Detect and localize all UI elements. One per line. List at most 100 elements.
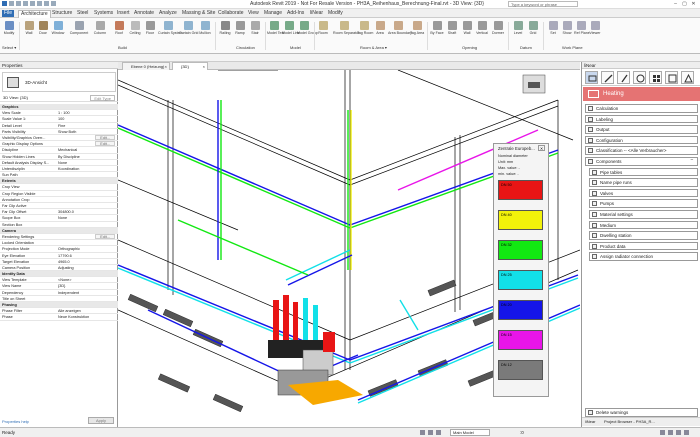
close-icon[interactable]: × xyxy=(203,63,205,70)
tag-area-button[interactable]: Tag Area xyxy=(410,21,424,35)
area-button[interactable]: Area xyxy=(373,21,387,35)
menu-item-valves[interactable]: Valves xyxy=(589,188,698,198)
model-selector[interactable]: Main Model xyxy=(450,429,490,436)
dormer-button[interactable]: Dormer xyxy=(491,21,505,35)
tab-analyze[interactable]: Analyze xyxy=(157,10,179,17)
property-value[interactable]: 4965.0 xyxy=(58,259,114,264)
tab-file[interactable]: File xyxy=(2,10,15,17)
tab-view-ebene-0[interactable]: Ebene 0 (Heizung) × xyxy=(122,62,170,70)
property-value[interactable]: Koordination xyxy=(58,166,114,171)
design-options-icon[interactable] xyxy=(428,430,433,435)
tab-massing-site[interactable]: Massing & Site xyxy=(180,10,217,17)
area-boundary-button[interactable]: Area Boundary xyxy=(388,21,412,35)
tab-add-ins[interactable]: Add-Ins xyxy=(285,10,306,17)
tab-manage[interactable]: Manage xyxy=(262,10,284,17)
redo-icon[interactable] xyxy=(30,1,35,6)
tab-collaborate[interactable]: Collaborate xyxy=(216,10,246,17)
group-select[interactable]: Select ▾ xyxy=(2,45,16,50)
property-value[interactable]: 1 : 100 xyxy=(58,110,114,115)
select-links-icon[interactable] xyxy=(660,430,665,435)
property-value[interactable]: Orthographic xyxy=(58,246,114,251)
menu-item-material-settings[interactable]: Material settings xyxy=(589,210,698,219)
column-button[interactable]: Column xyxy=(93,21,107,35)
property-value[interactable]: 304800.0 xyxy=(58,209,114,214)
tiles-icon[interactable] xyxy=(665,71,678,84)
curtain-grid-button[interactable]: Curtain Grid xyxy=(179,21,198,35)
info-icon[interactable] xyxy=(633,71,646,84)
property-value[interactable]: Show Both xyxy=(58,129,114,134)
model-text-button[interactable]: Model Text xyxy=(267,21,284,35)
tab-systems[interactable]: Systems xyxy=(92,10,115,17)
property-edit-button[interactable]: Edit... xyxy=(95,141,115,147)
undo-icon[interactable] xyxy=(23,1,28,6)
component-button[interactable]: Component xyxy=(68,21,90,35)
property-row[interactable]: Phase Neue Konstruktion xyxy=(0,314,118,321)
edit-type-button[interactable]: Edit Type xyxy=(90,95,115,101)
tab-modify[interactable]: Modify xyxy=(326,10,345,17)
show-button[interactable]: Show xyxy=(560,21,574,35)
room-button[interactable]: Room xyxy=(316,21,330,35)
modify-button[interactable]: Modify xyxy=(2,21,16,35)
viewer-button[interactable]: Viewer xyxy=(588,21,602,35)
open-icon[interactable] xyxy=(9,1,14,6)
curtain-system-button[interactable]: Curtain System xyxy=(158,21,183,35)
tab-view[interactable]: View xyxy=(246,10,261,17)
brush-icon[interactable] xyxy=(617,71,630,84)
menu-item-dwelling-station[interactable]: Dwelling station xyxy=(589,231,698,240)
delete-warnings-button[interactable]: Delete warnings xyxy=(585,408,698,417)
close-icon[interactable]: × xyxy=(165,63,167,70)
ref-plane-button[interactable]: Ref Plane xyxy=(574,21,590,35)
tab-insert[interactable]: Insert xyxy=(115,10,132,17)
grid-icon[interactable] xyxy=(649,71,662,84)
grid-button[interactable]: Grid xyxy=(526,21,540,35)
menu-item-pipe-tables[interactable]: Pipe tables xyxy=(589,167,698,177)
ramp-button[interactable]: Ramp xyxy=(233,21,247,35)
properties-help-link[interactable]: Properties help xyxy=(2,419,29,424)
menu-item-medium[interactable]: Medium xyxy=(589,220,698,230)
menu-item-pumps[interactable]: Pumps xyxy=(589,199,698,208)
tab-view-3d[interactable]: {3D} × xyxy=(172,62,208,70)
property-value[interactable]: 100 xyxy=(58,116,114,121)
tab-linear[interactable]: liNear xyxy=(308,10,325,17)
wall-button[interactable]: Wall xyxy=(22,21,36,35)
menu-item-configuration[interactable]: Configuration xyxy=(585,135,698,145)
vertical-button[interactable]: Vertical xyxy=(475,21,489,35)
tab-linear-panel[interactable]: liNear xyxy=(585,418,595,426)
property-edit-button[interactable]: Edit... xyxy=(95,134,115,140)
collapse-icon[interactable]: − xyxy=(689,158,695,164)
level-button[interactable]: Level xyxy=(511,21,525,35)
tab-steel[interactable]: Steel xyxy=(75,10,90,17)
property-value[interactable]: Adjusting xyxy=(58,265,114,270)
3d-view-icon[interactable] xyxy=(51,1,56,6)
model-line-button[interactable]: Model Line xyxy=(282,21,300,35)
menu-item-classification-alle-verbraucher[interactable]: Classification -- <Alle Verbraucher> xyxy=(585,146,698,155)
property-value[interactable]: Independent xyxy=(58,290,114,295)
model-group-button[interactable]: Model Group xyxy=(297,21,318,35)
property-value[interactable]: Mechanical xyxy=(58,147,114,152)
worksets-icon[interactable] xyxy=(420,430,425,435)
measure-icon[interactable] xyxy=(44,1,49,6)
warning-icon[interactable] xyxy=(681,71,694,84)
group-room-area[interactable]: Room & Area ▾ xyxy=(360,45,387,50)
close-button[interactable]: ✕ xyxy=(690,1,697,7)
menu-item-name-pipe-runs[interactable]: Name pipe runs xyxy=(589,178,698,187)
window-button[interactable]: Window xyxy=(51,21,65,35)
menu-item-components[interactable]: Components − xyxy=(585,157,698,166)
heating-tool-icon[interactable] xyxy=(585,71,598,84)
property-value[interactable]: <None> xyxy=(58,277,114,282)
print-icon[interactable] xyxy=(37,1,42,6)
roof-button[interactable]: Roof xyxy=(112,21,126,35)
set-button[interactable]: Set xyxy=(546,21,560,35)
wall-opening-button[interactable]: Wall xyxy=(460,21,474,35)
search-input[interactable]: Type a keyword or phrase xyxy=(508,1,578,7)
tab-annotate[interactable]: Annotate xyxy=(132,10,156,17)
property-value[interactable]: None xyxy=(58,160,114,165)
select-underlay-icon[interactable] xyxy=(668,430,673,435)
save-icon[interactable] xyxy=(16,1,21,6)
legend-close-button[interactable]: ✕ xyxy=(538,145,545,151)
property-value[interactable]: Fine xyxy=(58,123,114,128)
property-value[interactable]: Neue Konstruktion xyxy=(58,314,114,319)
railing-button[interactable]: Railing xyxy=(218,21,232,35)
pipe-color-legend[interactable]: Zentrale Europeb... ✕ Nominal diameter U… xyxy=(493,143,549,397)
stair-button[interactable]: Stair xyxy=(248,21,262,35)
